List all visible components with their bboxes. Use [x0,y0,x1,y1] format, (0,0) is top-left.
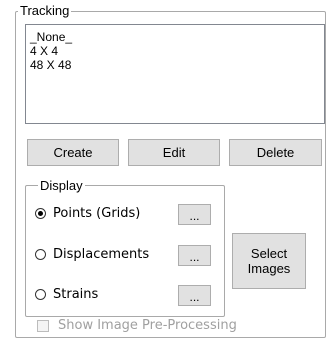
create-button[interactable]: Create [27,139,119,166]
list-item[interactable]: 4 X 4 [26,44,324,58]
displacements-options-button[interactable]: ... [178,245,211,266]
list-item[interactable]: 48 X 48 [26,58,324,72]
delete-button[interactable]: Delete [229,139,322,166]
radio-points-grids[interactable]: Points (Grids) [35,203,140,223]
tracking-listbox[interactable]: _None_ 4 X 4 48 X 48 [25,24,325,124]
radio-label: Displacements [53,246,150,262]
radio-button[interactable] [35,207,46,219]
list-item[interactable]: _None_ [26,30,324,44]
display-group-title: Display [38,178,85,193]
radio-displacements[interactable]: Displacements [35,244,149,264]
radio-label: Points (Grids) [53,205,141,221]
checkbox-label: Show Image Pre-Processing [58,318,237,333]
tracking-group-title: Tracking [18,3,72,18]
show-preprocessing-checkbox[interactable]: Show Image Pre-Processing [37,318,237,333]
radio-strains[interactable]: Strains [35,284,98,304]
checkbox[interactable] [37,319,49,332]
radio-button[interactable] [35,288,46,300]
select-images-button[interactable]: Select Images [232,233,306,289]
strains-options-button[interactable]: ... [178,285,211,306]
edit-button[interactable]: Edit [128,139,220,166]
points-options-button[interactable]: ... [178,204,211,225]
radio-label: Strains [53,286,99,302]
radio-button[interactable] [35,248,46,260]
